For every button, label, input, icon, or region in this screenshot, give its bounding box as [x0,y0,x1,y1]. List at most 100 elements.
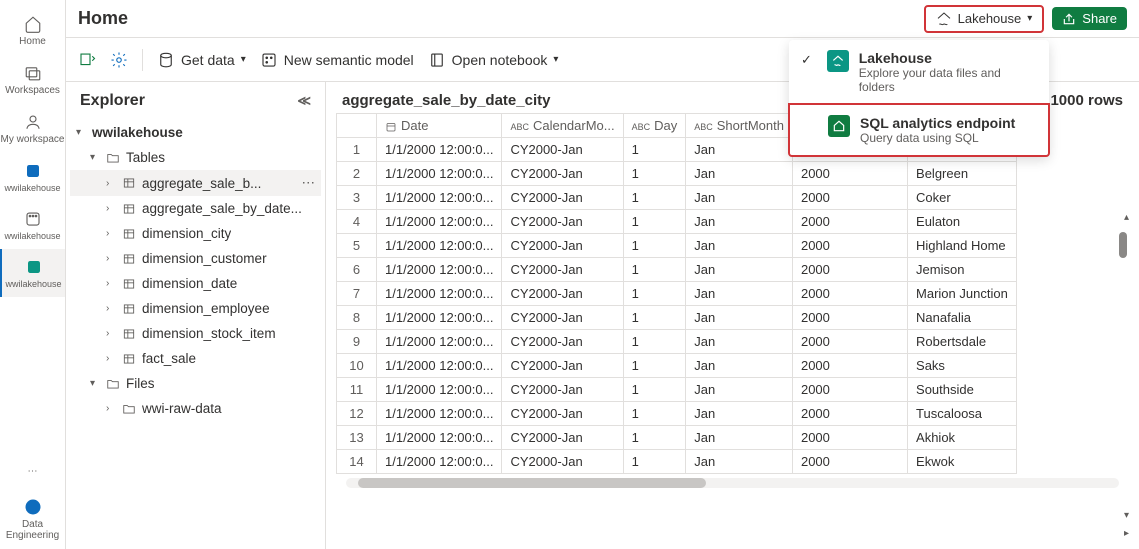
cell: CY2000-Jan [502,162,623,186]
cell: 2000 [792,234,907,258]
dropdown-sql-endpoint[interactable]: SQL analytics endpoint Query data using … [788,103,1050,157]
lakehouse-icon [827,50,849,72]
scroll-right-icon[interactable]: ▸ [1124,528,1129,539]
column-header[interactable]: ABCShortMonth [686,114,793,138]
cell: CY2000-Jan [502,138,623,162]
refresh-button[interactable] [78,51,96,69]
chevron-right-icon: › [106,203,116,214]
table-row[interactable]: 41/1/2000 12:00:0...CY2000-Jan1Jan2000Eu… [337,210,1017,234]
chevron-right-icon: › [106,228,116,239]
tree-table-item[interactable]: › dimension_city [70,221,321,246]
cell: Jan [686,210,793,234]
cell: 2000 [792,354,907,378]
chevron-down-icon: ▾ [76,127,86,138]
cell: CY2000-Jan [502,186,623,210]
nav-label: wwilakehouse [4,231,60,241]
column-header[interactable]: ABCCalendarMo... [502,114,623,138]
nav-label: wwilakehouse [5,279,61,289]
cell: CY2000-Jan [502,282,623,306]
chevron-right-icon: › [106,403,116,414]
cell: 1 [623,282,686,306]
mode-switch-button[interactable]: Lakehouse ▾ [924,5,1045,33]
database-icon [157,51,175,69]
header: Home Lakehouse ▾ Share ✓ Lakehouse Explo… [66,0,1139,38]
nav-wwi-1[interactable]: wwilakehouse [0,153,65,201]
sql-endpoint-icon [828,115,850,137]
person-icon [23,112,43,132]
tree-table-item[interactable]: › dimension_date [70,271,321,296]
tree-table-item[interactable]: › aggregate_sale_b...⋯ [70,170,321,196]
cell: 2000 [792,306,907,330]
cell: 1 [623,186,686,210]
cell: 1/1/2000 12:00:0... [377,282,502,306]
vertical-scrollbar[interactable] [1119,232,1127,258]
table-row[interactable]: 111/1/2000 12:00:0...CY2000-Jan1Jan2000S… [337,378,1017,402]
horizontal-scrollbar[interactable] [346,478,1119,488]
table-row[interactable]: 91/1/2000 12:00:0...CY2000-Jan1Jan2000Ro… [337,330,1017,354]
files-label: Files [126,376,155,391]
row-number: 8 [337,306,377,330]
tree-files[interactable]: ▾ Files [70,371,321,396]
cell: Nanafalia [908,306,1017,330]
tree-table-item[interactable]: › fact_sale [70,346,321,371]
column-header[interactable]: ABCDay [623,114,686,138]
tree-table-item[interactable]: › dimension_customer [70,246,321,271]
notebook-icon [428,51,446,69]
new-semantic-model-button[interactable]: New semantic model [260,51,414,69]
table-icon [122,227,136,241]
folder-icon [106,377,120,391]
data-grid: DateABCCalendarMo...ABCDayABCShortMonth 1… [336,113,1017,474]
cell: 1 [623,354,686,378]
nav-data-eng[interactable]: Data Engineering [0,489,65,549]
nav-wwi-2[interactable]: wwilakehouse [0,201,65,249]
table-row[interactable]: 131/1/2000 12:00:0...CY2000-Jan1Jan2000A… [337,426,1017,450]
tree-root[interactable]: ▾ wwilakehouse [70,120,321,145]
get-data-button[interactable]: Get data ▾ [157,51,246,69]
tree-table-item[interactable]: › dimension_stock_item [70,321,321,346]
scroll-up-icon[interactable]: ▴ [1124,212,1129,223]
table-row[interactable]: 31/1/2000 12:00:0...CY2000-Jan1Jan2000Co… [337,186,1017,210]
open-notebook-button[interactable]: Open notebook ▾ [428,51,559,69]
cell: Eulaton [908,210,1017,234]
nav-workspaces[interactable]: Workspaces [0,55,65,104]
collapse-icon[interactable]: ≪ [297,93,311,109]
cell: 2000 [792,186,907,210]
dropdown-lakehouse[interactable]: ✓ Lakehouse Explore your data files and … [789,40,1049,104]
cell: Jan [686,138,793,162]
column-header[interactable]: Date [377,114,502,138]
tree-table-item[interactable]: › dimension_employee [70,296,321,321]
nav-home[interactable]: Home [0,6,65,55]
tree-file-item[interactable]: › wwi-raw-data [70,396,321,421]
cell: 1/1/2000 12:00:0... [377,426,502,450]
table-row[interactable]: 81/1/2000 12:00:0...CY2000-Jan1Jan2000Na… [337,306,1017,330]
tree-tables[interactable]: ▾ Tables [70,145,321,170]
table-row[interactable]: 21/1/2000 12:00:0...CY2000-Jan1Jan2000Be… [337,162,1017,186]
nav-more[interactable]: ⋯ [0,453,65,489]
settings-button[interactable] [110,51,128,69]
table-icon [122,277,136,291]
table-row[interactable]: 121/1/2000 12:00:0...CY2000-Jan1Jan2000T… [337,402,1017,426]
nav-wwi-3[interactable]: wwilakehouse [0,249,65,297]
table-label: dimension_customer [142,251,267,266]
cell: 1 [623,210,686,234]
share-button[interactable]: Share [1052,7,1127,30]
cell: 1 [623,234,686,258]
folder-icon [106,151,120,165]
table-row[interactable]: 141/1/2000 12:00:0...CY2000-Jan1Jan2000E… [337,450,1017,474]
row-number: 7 [337,282,377,306]
model-icon [260,51,278,69]
cell: 1 [623,402,686,426]
cell: Ekwok [908,450,1017,474]
ellipsis-icon: ⋯ [23,461,43,481]
table-row[interactable]: 61/1/2000 12:00:0...CY2000-Jan1Jan2000Je… [337,258,1017,282]
tree-table-item[interactable]: › aggregate_sale_by_date... [70,196,321,221]
table-row[interactable]: 71/1/2000 12:00:0...CY2000-Jan1Jan2000Ma… [337,282,1017,306]
ellipsis-icon[interactable]: ⋯ [302,175,316,191]
table-row[interactable]: 101/1/2000 12:00:0...CY2000-Jan1Jan2000S… [337,354,1017,378]
nav-my-workspace[interactable]: My workspace [0,104,65,153]
cell: 1/1/2000 12:00:0... [377,330,502,354]
table-row[interactable]: 51/1/2000 12:00:0...CY2000-Jan1Jan2000Hi… [337,234,1017,258]
cell: Coker [908,186,1017,210]
cell: 2000 [792,402,907,426]
scroll-down-icon[interactable]: ▾ [1124,510,1129,521]
